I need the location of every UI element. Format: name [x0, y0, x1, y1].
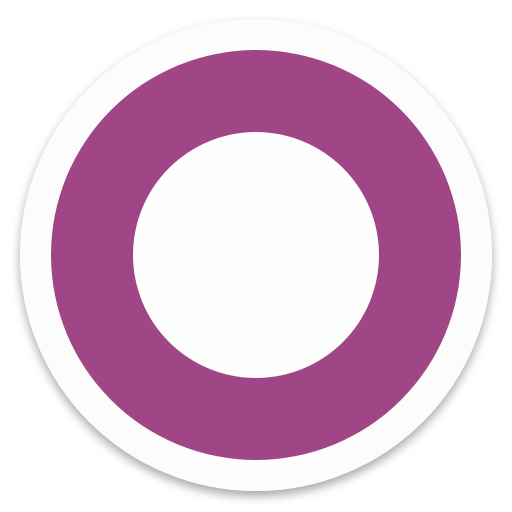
- ring-center-shape: [133, 132, 379, 378]
- app-icon: [20, 19, 492, 491]
- icon-canvas: [0, 0, 512, 512]
